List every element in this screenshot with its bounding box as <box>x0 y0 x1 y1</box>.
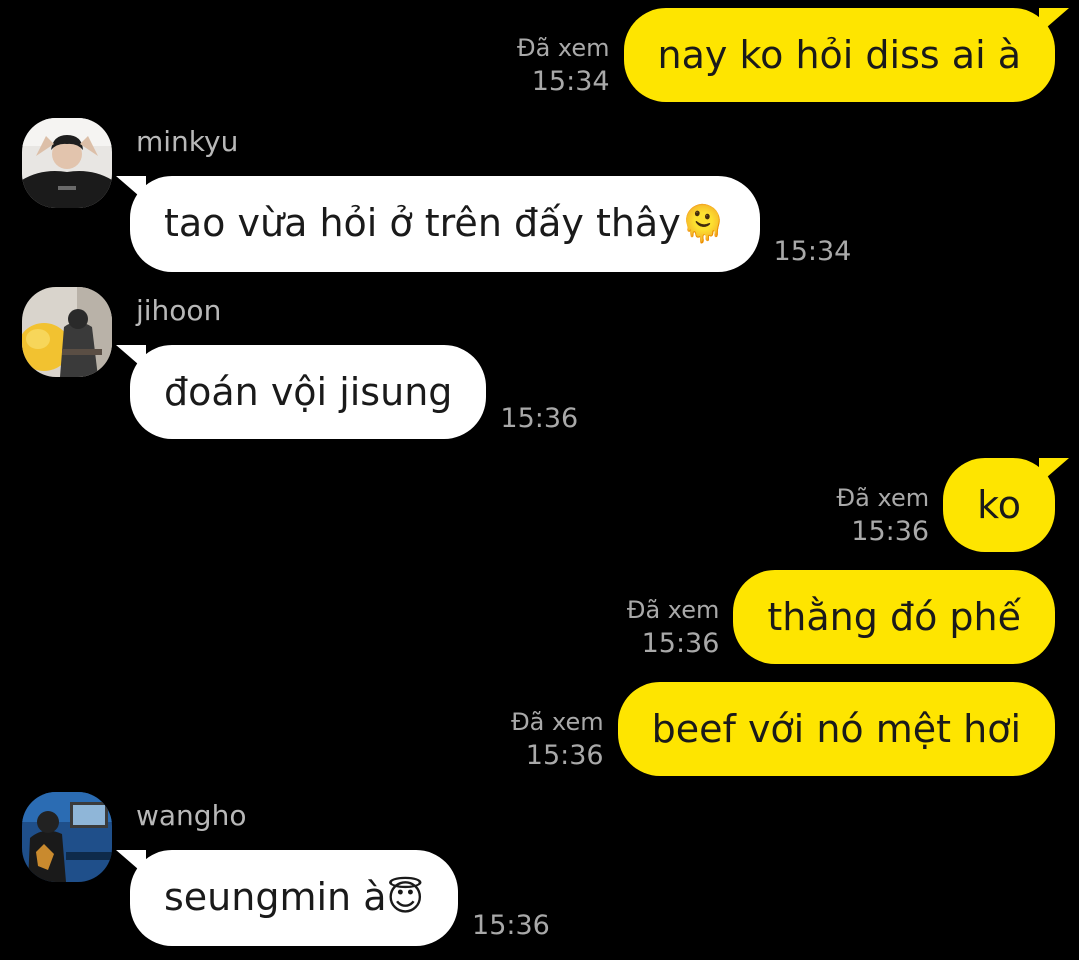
chat-thread[interactable]: Đã xem 15:34 nay ko hỏi diss ai à minkyu… <box>0 0 1079 960</box>
message-text: ko <box>977 483 1021 527</box>
message-time: 15:36 <box>472 910 550 941</box>
avatar-wangho-image <box>22 792 112 882</box>
melting-face-emoji-icon: 🫠 <box>680 204 726 245</box>
message-outgoing: Đã xem 15:34 nay ko hỏi diss ai à <box>517 8 1070 102</box>
message-time: 15:36 <box>851 516 930 547</box>
message-text: seungmin à <box>164 875 387 919</box>
avatar-jihoon-image <box>22 287 112 377</box>
avatar-minkyu-image <box>22 118 112 208</box>
message-time: 15:34 <box>531 66 610 97</box>
message-bubble[interactable]: beef với nó mệt hơi <box>617 682 1055 776</box>
avatar[interactable] <box>22 118 112 208</box>
message-row: seungmin à😇 15:36 <box>115 850 550 946</box>
message-text: beef với nó mệt hơi <box>651 707 1021 751</box>
message-row: đoán vội jisung 15:36 <box>115 345 579 439</box>
message-outgoing: Đã xem 15:36 thằng đó phế <box>627 570 1055 664</box>
message-outgoing: Đã xem 15:36 ko <box>837 458 1069 552</box>
message-time: 15:36 <box>641 628 720 659</box>
message-meta: Đã xem 15:36 <box>511 706 604 774</box>
message-time: 15:36 <box>525 740 604 771</box>
message-bubble[interactable]: seungmin à😇 <box>115 850 459 946</box>
read-receipt: Đã xem <box>836 484 930 512</box>
message-text: tao vừa hỏi ở trên đấy thây <box>164 201 681 245</box>
message-outgoing: Đã xem 15:36 beef với nó mệt hơi <box>511 682 1055 776</box>
message-meta: Đã xem 15:36 <box>837 482 930 550</box>
avatar[interactable] <box>22 792 112 882</box>
message-row: tao vừa hỏi ở trên đấy thây🫠 15:34 <box>116 176 852 272</box>
message-bubble[interactable]: thằng đó phế <box>733 570 1055 664</box>
message-bubble[interactable]: nay ko hỏi diss ai à <box>623 8 1070 102</box>
message-meta: Đã xem 15:36 <box>627 594 720 662</box>
read-receipt: Đã xem <box>517 34 610 62</box>
message-time: 15:36 <box>500 403 579 434</box>
message-text: nay ko hỏi diss ai à <box>657 33 1021 77</box>
sender-name: minkyu <box>136 125 239 158</box>
smiling-face-with-halo-emoji-icon: 😇 <box>386 878 425 919</box>
read-receipt: Đã xem <box>626 596 720 624</box>
sender-name: wangho <box>136 799 247 832</box>
message-bubble[interactable]: đoán vội jisung <box>115 345 487 439</box>
avatar[interactable] <box>22 287 112 377</box>
message-time: 15:34 <box>773 236 852 267</box>
message-text: đoán vội jisung <box>164 370 453 414</box>
message-text: thằng đó phế <box>767 595 1021 639</box>
sender-name: jihoon <box>136 294 222 327</box>
message-bubble[interactable]: ko <box>943 458 1069 552</box>
message-meta: Đã xem 15:34 <box>517 32 610 100</box>
message-bubble[interactable]: tao vừa hỏi ở trên đấy thây🫠 <box>116 176 760 272</box>
read-receipt: Đã xem <box>511 708 604 736</box>
